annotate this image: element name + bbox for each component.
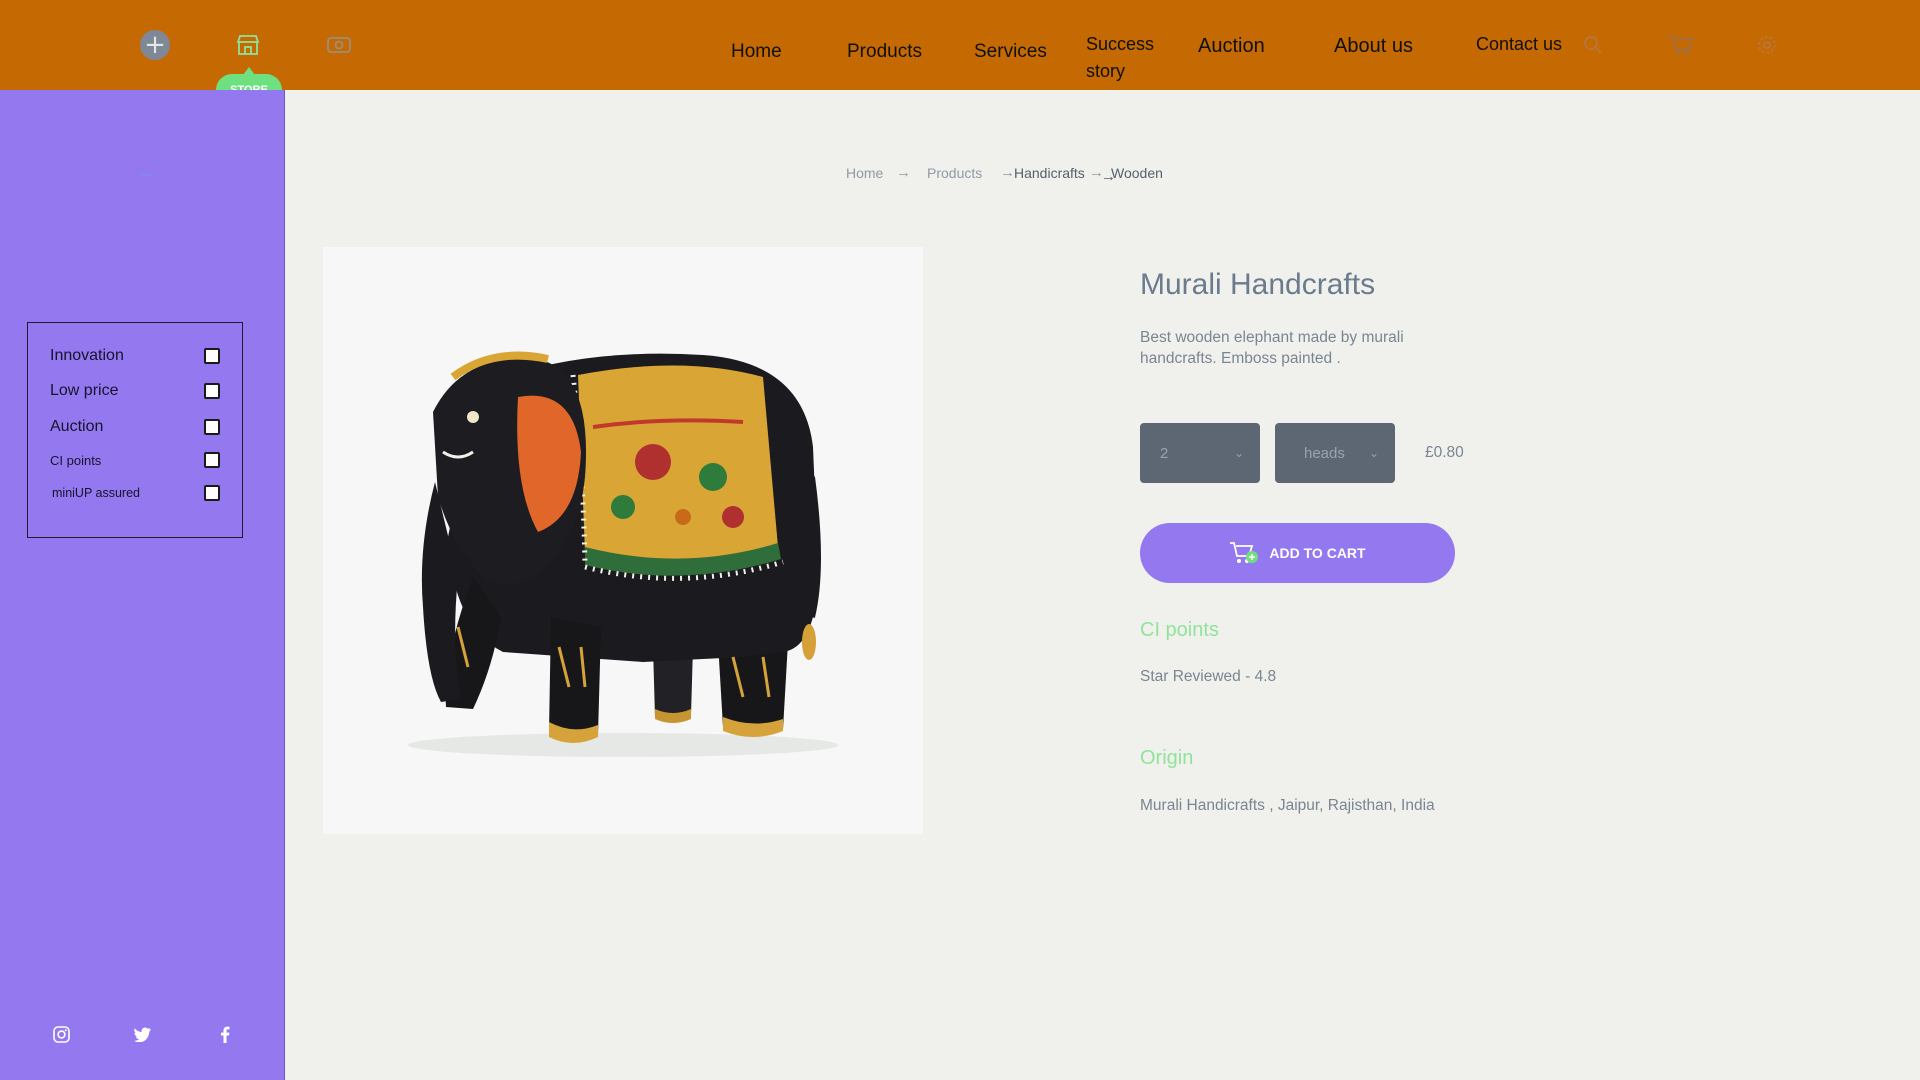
origin-heading: Origin (1140, 747, 1194, 769)
search-icon (1584, 36, 1602, 54)
store-icon (236, 35, 260, 55)
chevron-down-icon: ⌄ (1233, 446, 1244, 460)
product-price: £0.80 (1425, 444, 1464, 461)
instagram-link[interactable] (49, 1022, 73, 1046)
nav-about-us[interactable]: About us (1334, 33, 1413, 60)
nav-products[interactable]: Products (847, 38, 922, 65)
product-title: Murali Handcrafts (1140, 268, 1376, 301)
checkbox[interactable] (204, 348, 220, 364)
currency-button[interactable] (322, 28, 356, 62)
add-to-cart-button[interactable]: ADD TO CART (1140, 523, 1455, 583)
rating-text: Star Reviewed - 4.8 (1140, 668, 1277, 685)
twitter-icon (134, 1027, 151, 1042)
cart-add-icon (1230, 542, 1259, 563)
filter-sidebar: ← Innovation Low price Auction CI points… (0, 90, 285, 1080)
search-button[interactable] (1576, 28, 1610, 62)
settings-button[interactable] (1750, 28, 1784, 62)
add-to-cart-label: ADD TO CART (1269, 545, 1366, 561)
nav-success-story[interactable]: Success story (1086, 31, 1154, 85)
store-button[interactable] (231, 28, 265, 62)
instagram-icon (52, 1025, 70, 1043)
origin-text: Murali Handicrafts , Jaipur, Rajisthan, … (1140, 797, 1435, 814)
product-description: Best wooden elephant made by murali hand… (1140, 329, 1404, 367)
filter-ci-points[interactable]: CI points (50, 452, 220, 468)
facebook-icon (221, 1026, 230, 1043)
quantity-select[interactable]: 2 ⌄ (1140, 423, 1260, 483)
nav-auction[interactable]: Auction (1198, 33, 1265, 60)
quantity-value: 2 (1160, 444, 1169, 462)
breadcrumb-home[interactable]: Home (846, 165, 883, 181)
nav-success-line2: story (1086, 61, 1126, 81)
currency-icon (327, 37, 351, 53)
filter-innovation[interactable]: Innovation (50, 347, 220, 365)
cart-button[interactable] (1664, 28, 1698, 62)
filter-label: CI points (50, 452, 102, 468)
nav-services[interactable]: Services (974, 38, 1047, 65)
unit-select[interactable]: heads ⌄ (1275, 423, 1395, 483)
filter-low-price[interactable]: Low price (50, 382, 220, 400)
arrow-right-icon: → (896, 164, 911, 181)
unit-value: heads (1304, 444, 1345, 462)
breadcrumb-wooden: Wooden (1111, 165, 1163, 181)
ci-points-heading: CI points (1140, 619, 1219, 641)
breadcrumb-handicrafts[interactable]: Handicrafts (1014, 165, 1085, 181)
checkbox[interactable] (204, 383, 220, 399)
checkbox[interactable] (204, 452, 220, 468)
nav-contact-us[interactable]: Contact us (1476, 31, 1562, 58)
product-image (323, 247, 923, 834)
filter-label: Innovation (50, 347, 124, 364)
filter-label: Auction (50, 418, 104, 435)
checkbox[interactable] (204, 419, 220, 435)
top-navigation-bar: + STORE Home Products Services Success s… (0, 0, 1920, 106)
settings-icon (1758, 36, 1776, 54)
filter-label: Low price (50, 382, 119, 399)
nav-success-line1: Success (1086, 34, 1155, 54)
twitter-link[interactable] (131, 1022, 155, 1046)
add-button[interactable]: + (138, 28, 172, 62)
nav-home[interactable]: Home (731, 38, 782, 65)
filter-miniup-assured[interactable]: miniUP assured (52, 485, 220, 501)
cart-icon (1669, 35, 1694, 55)
arrow-right-icon: → (1000, 164, 1015, 181)
plus-icon: + (140, 30, 170, 60)
back-arrow-icon[interactable]: ← (136, 162, 156, 185)
checkbox[interactable] (204, 485, 220, 501)
elephant-figurine-image (323, 247, 923, 834)
chevron-down-icon: ⌄ (1368, 446, 1379, 460)
filter-auction[interactable]: Auction (50, 418, 220, 436)
filter-panel: Innovation Low price Auction CI points m… (27, 322, 243, 538)
filter-label: miniUP assured (52, 486, 141, 500)
facebook-link[interactable] (213, 1022, 237, 1046)
breadcrumb-products[interactable]: Products (927, 165, 982, 181)
